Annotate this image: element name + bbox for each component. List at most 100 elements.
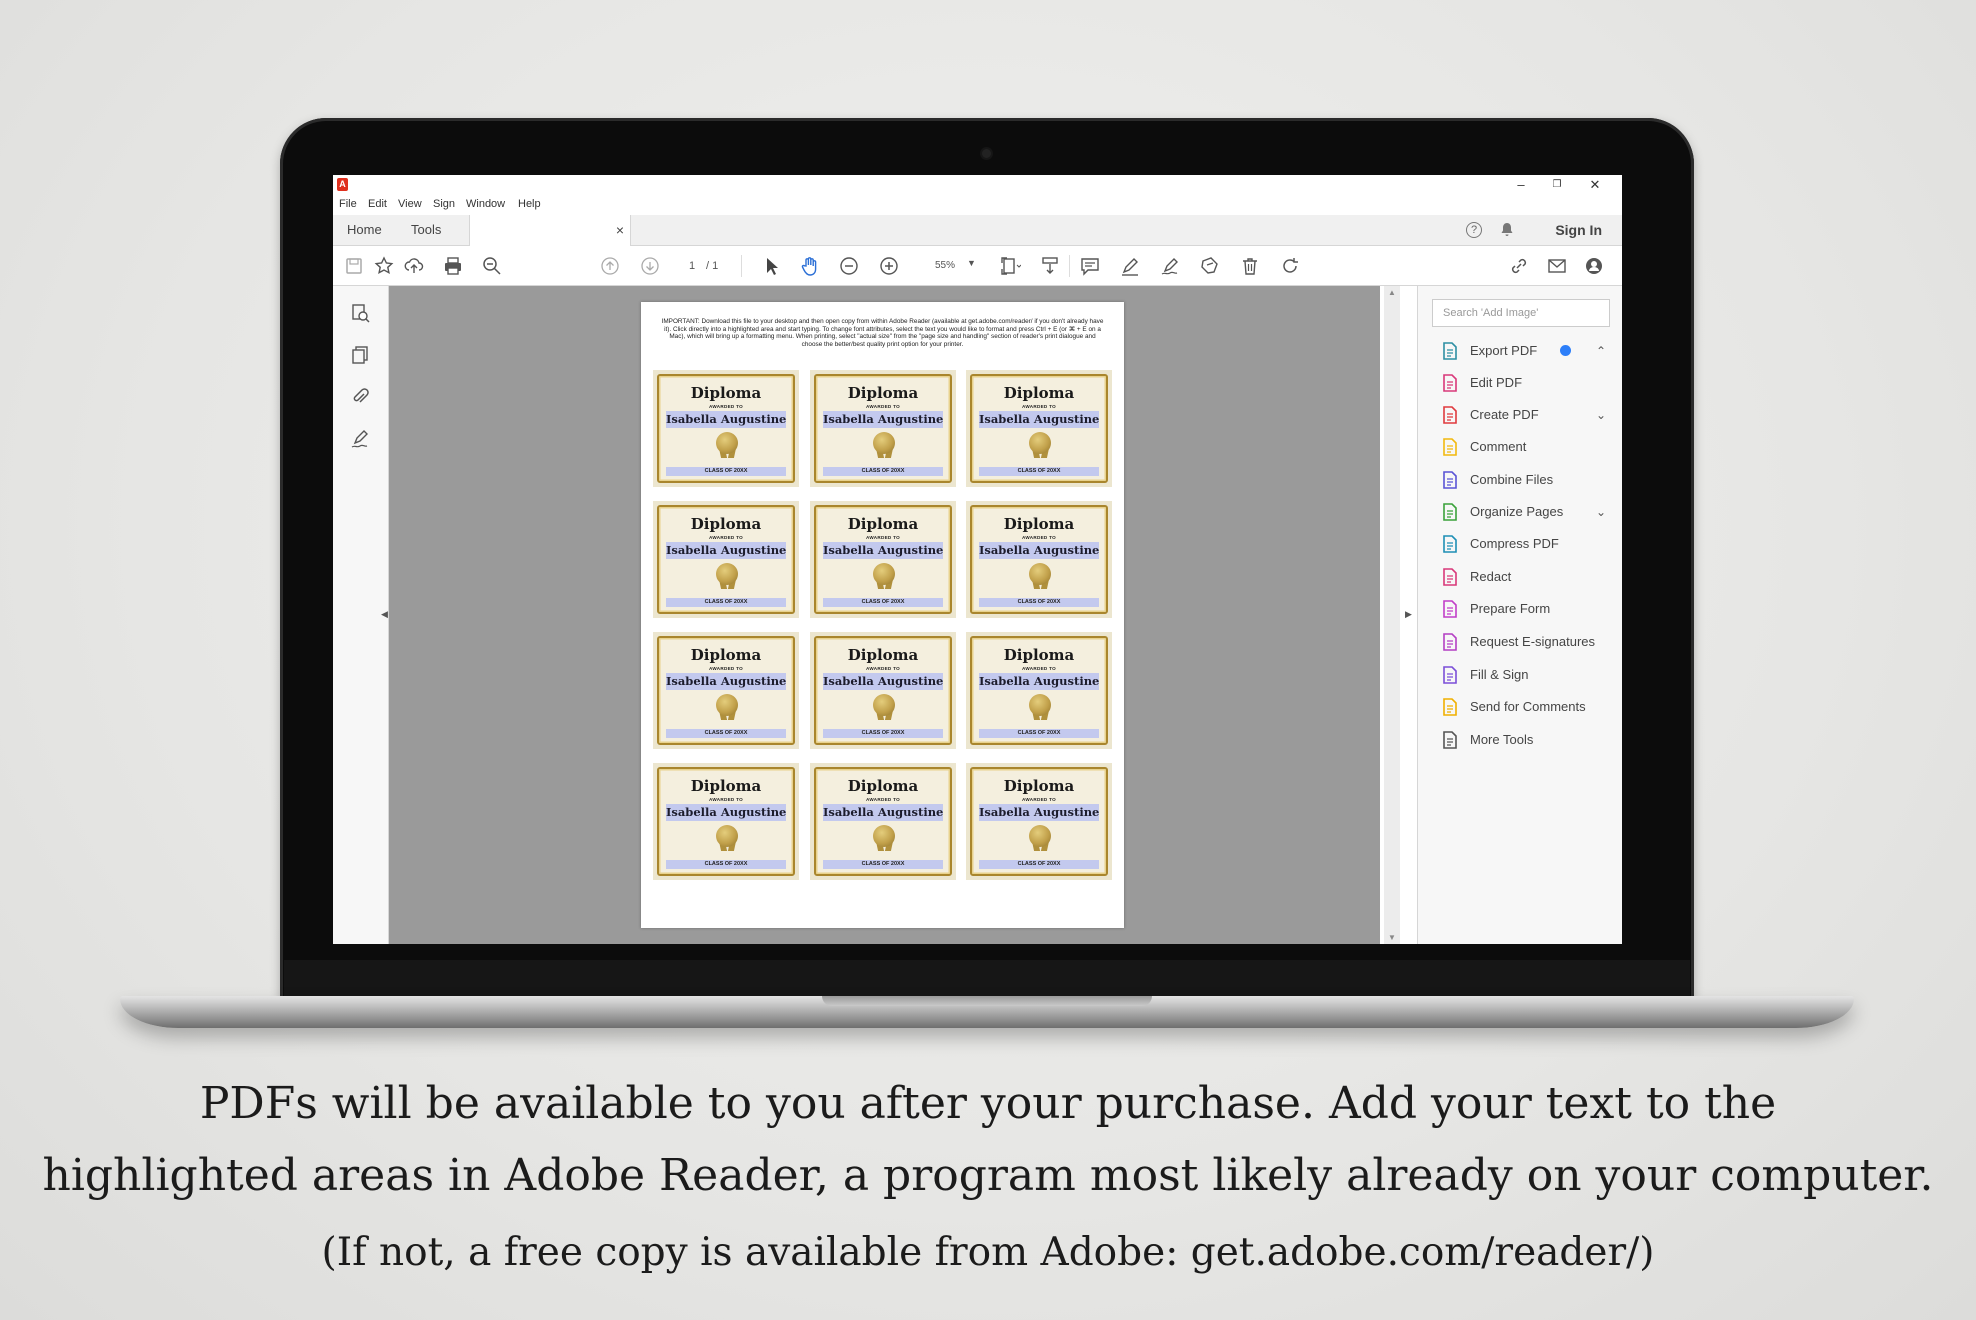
tool-send-for-comments[interactable]: Send for Comments <box>1440 695 1610 719</box>
caption-line-2: highlighted areas in Adobe Reader, a pro… <box>42 1150 1934 1201</box>
menu-window[interactable]: Window <box>466 198 505 210</box>
certificate-class-field[interactable]: CLASS OF 20XX <box>823 467 943 476</box>
certificate-class-field[interactable]: CLASS OF 20XX <box>979 860 1099 869</box>
save-icon[interactable] <box>343 255 365 277</box>
certificate-name-field[interactable]: Isabella Augustine <box>823 673 943 690</box>
certificate-name-field[interactable]: Isabella Augustine <box>979 542 1099 559</box>
bell-icon[interactable] <box>1499 222 1515 238</box>
tool-prepare-form[interactable]: Prepare Form <box>1440 597 1610 621</box>
rotate-icon[interactable] <box>1279 255 1301 277</box>
certificate-class-field[interactable]: CLASS OF 20XX <box>979 467 1099 476</box>
attachment-icon[interactable] <box>349 386 371 408</box>
tool-more-tools[interactable]: More Tools <box>1440 728 1610 752</box>
certificate-class-field[interactable]: CLASS OF 20XX <box>823 729 943 738</box>
tool-redact[interactable]: Redact <box>1440 565 1610 589</box>
minimize-button[interactable]: – <box>1503 175 1539 197</box>
certificate-class-field[interactable]: CLASS OF 20XX <box>823 860 943 869</box>
certificate-class-field[interactable]: CLASS OF 20XX <box>823 598 943 607</box>
tab-tools[interactable]: Tools <box>411 215 441 245</box>
certificate-name-field[interactable]: Isabella Augustine <box>823 411 943 428</box>
delete-icon[interactable] <box>1239 255 1261 277</box>
certificate-name-field[interactable]: Isabella Augustine <box>666 542 786 559</box>
tool-fill-sign[interactable]: Fill & Sign <box>1440 663 1610 687</box>
tool-combine-files[interactable]: Combine Files <box>1440 468 1610 492</box>
tool-request-e-signatures[interactable]: Request E-signatures <box>1440 630 1610 654</box>
tab-home[interactable]: Home <box>347 215 382 245</box>
page-number-input[interactable]: 1 <box>679 255 705 277</box>
pages-icon[interactable] <box>349 344 371 366</box>
tab-document[interactable]: × <box>469 215 631 246</box>
chevron-icon[interactable]: ⌃ <box>1596 339 1606 363</box>
certificate-class-field[interactable]: CLASS OF 20XX <box>979 598 1099 607</box>
certificate-name-field[interactable]: Isabella Augustine <box>666 411 786 428</box>
certificate-name-field[interactable]: Isabella Augustine <box>979 673 1099 690</box>
menu-file[interactable]: File <box>339 198 357 210</box>
certificate-class-field[interactable]: CLASS OF 20XX <box>666 598 786 607</box>
menu-help[interactable]: Help <box>518 198 541 210</box>
help-icon[interactable]: ? <box>1466 222 1482 238</box>
certificate-class-field[interactable]: CLASS OF 20XX <box>666 860 786 869</box>
sign-in-button[interactable]: Sign In <box>1555 215 1602 245</box>
certificate-name-field[interactable]: Isabella Augustine <box>979 411 1099 428</box>
certificate-name-field[interactable]: Isabella Augustine <box>666 804 786 821</box>
hand-icon[interactable] <box>799 255 821 277</box>
menu-edit[interactable]: Edit <box>368 198 387 210</box>
fill-sign-icon[interactable] <box>349 428 371 450</box>
zoom-in-icon[interactable] <box>878 255 900 277</box>
stamp-icon[interactable] <box>1199 255 1221 277</box>
link-icon[interactable] <box>1508 255 1530 277</box>
scroll-mode-icon[interactable] <box>1039 255 1061 277</box>
collapse-left-pane-icon[interactable]: ◀ <box>381 609 388 620</box>
scroll-down-icon[interactable]: ▼ <box>1388 933 1396 942</box>
pdf-page[interactable]: IMPORTANT: Download this file to your de… <box>641 302 1124 928</box>
certificate-name-field[interactable]: Isabella Augustine <box>666 673 786 690</box>
document-viewer[interactable]: ◀ ▶ ▲ ▼ IMPORTANT: Download this file to… <box>381 286 1412 944</box>
select-arrow-icon[interactable] <box>761 255 783 277</box>
tool-comment[interactable]: Comment <box>1440 435 1610 459</box>
close-button[interactable]: ✕ <box>1577 175 1613 197</box>
comment-icon[interactable] <box>1079 255 1101 277</box>
vertical-scrollbar[interactable]: ▲ ▼ <box>1384 286 1400 944</box>
zoom-dropdown-icon[interactable]: ▼ <box>967 258 976 268</box>
certificate-name-field[interactable]: Isabella Augustine <box>979 804 1099 821</box>
print-icon[interactable] <box>442 255 464 277</box>
page-thumbnails-icon[interactable] <box>349 302 371 324</box>
tool-edit-pdf[interactable]: Edit PDF <box>1440 371 1610 395</box>
certificate-class-field[interactable]: CLASS OF 20XX <box>666 467 786 476</box>
highlight-pen-icon[interactable] <box>1119 255 1141 277</box>
menu-sign[interactable]: Sign <box>433 198 455 210</box>
chevron-icon[interactable]: ⌄ <box>1596 500 1606 524</box>
certificate-border: Diploma AWARDED TO Isabella Augustine CLASS… <box>657 505 795 614</box>
fit-page-icon[interactable] <box>999 255 1022 277</box>
account-icon[interactable] <box>1583 255 1605 277</box>
zoom-out-icon[interactable] <box>838 255 860 277</box>
tool-compress-pdf[interactable]: Compress PDF <box>1440 532 1610 556</box>
restore-button[interactable]: ❐ <box>1539 175 1575 197</box>
zoom-level[interactable]: 55% <box>925 256 965 276</box>
certificate-name-field[interactable]: Isabella Augustine <box>823 542 943 559</box>
certificate-awarded-to: AWARDED TO <box>1021 535 1057 540</box>
certificate-awarded-to: AWARDED TO <box>708 666 744 671</box>
tool-organize-pages[interactable]: Organize Pages ⌄ <box>1440 500 1610 524</box>
certificate-class-field[interactable]: CLASS OF 20XX <box>979 729 1099 738</box>
chevron-icon[interactable]: ⌄ <box>1596 403 1606 427</box>
certificate-name-field[interactable]: Isabella Augustine <box>823 804 943 821</box>
tool-export-pdf[interactable]: Export PDF ⌃ <box>1440 339 1610 363</box>
email-icon[interactable] <box>1546 255 1568 277</box>
page-down-icon[interactable] <box>639 255 661 277</box>
close-tab-icon[interactable]: × <box>616 215 624 245</box>
bookmark-star-icon[interactable] <box>373 255 395 277</box>
diploma-certificate: Diploma AWARDED TO Isabella Augustine CLASS… <box>810 370 956 487</box>
search-tools-input[interactable]: Search 'Add Image' <box>1432 299 1610 327</box>
draw-icon[interactable] <box>1159 255 1181 277</box>
prepare-form-icon <box>1440 599 1460 619</box>
zoom-search-icon[interactable] <box>481 255 503 277</box>
page-up-icon[interactable] <box>599 255 621 277</box>
menu-view[interactable]: View <box>398 198 422 210</box>
organize-pages-icon <box>1440 502 1460 522</box>
scroll-up-icon[interactable]: ▲ <box>1388 288 1396 297</box>
collapse-right-pane-icon[interactable]: ▶ <box>1405 609 1412 620</box>
certificate-class-field[interactable]: CLASS OF 20XX <box>666 729 786 738</box>
upload-icon[interactable] <box>403 255 425 277</box>
tool-create-pdf[interactable]: Create PDF ⌄ <box>1440 403 1610 427</box>
